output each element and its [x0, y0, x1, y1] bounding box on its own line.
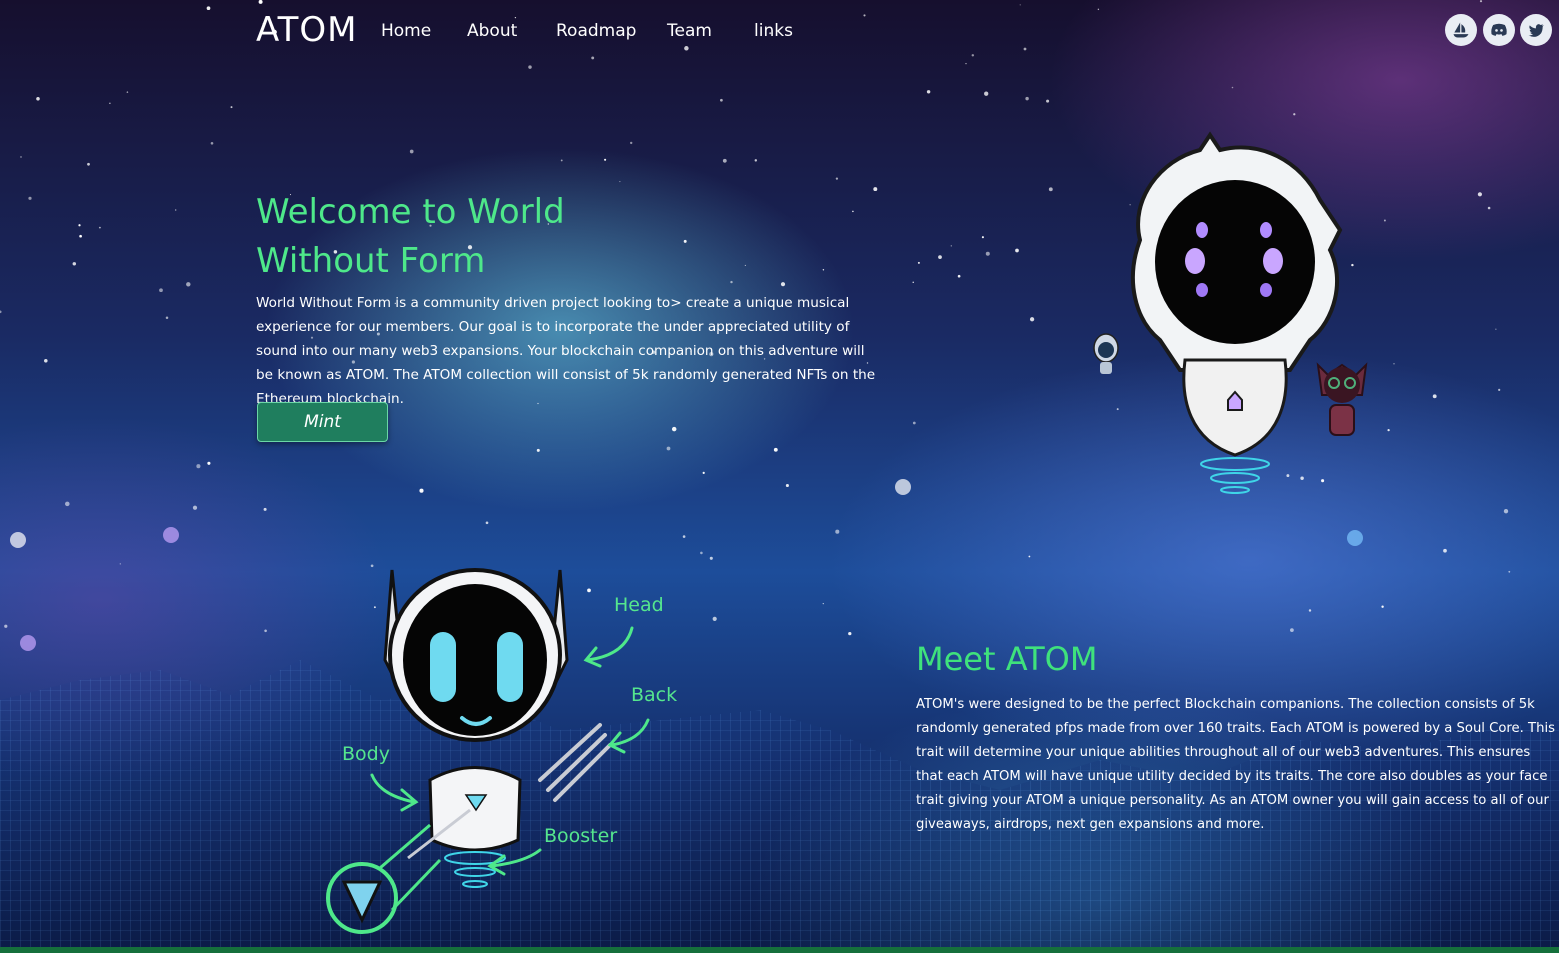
label-back: Back	[631, 684, 678, 706]
label-head: Head	[614, 594, 664, 616]
hero-description: World Without Form is a community driven…	[256, 295, 876, 407]
bottom-bar	[0, 947, 1559, 953]
mint-button[interactable]: Mint	[257, 402, 388, 442]
meet-atom-description: ATOM's were designed to be the perfect B…	[916, 697, 1556, 832]
hero-title-line1: Welcome to World	[256, 192, 565, 232]
site-logo[interactable]: ATOM	[256, 10, 357, 50]
meet-atom-title: Meet ATOM	[916, 640, 1098, 678]
nav-roadmap[interactable]: Roadmap	[556, 21, 636, 41]
opensea-icon[interactable]	[1445, 14, 1477, 46]
soul-core-icon	[326, 823, 442, 934]
nav-team[interactable]: Team	[667, 21, 712, 41]
opensea-icon-glyph	[1453, 22, 1469, 38]
label-booster: Booster	[544, 825, 618, 847]
twitter-icon[interactable]	[1520, 14, 1552, 46]
hero-title: Welcome to World Without Form	[256, 188, 576, 286]
discord-icon[interactable]	[1483, 14, 1515, 46]
navbar: ATOM Home About Roadmap Team links	[0, 0, 1559, 62]
nav-home[interactable]: Home	[381, 21, 431, 41]
discord-icon-glyph	[1491, 23, 1507, 36]
atom-character-large	[1131, 131, 1343, 494]
twitter-icon-glyph	[1528, 24, 1544, 37]
nav-about[interactable]: About	[467, 21, 517, 41]
hero-title-line2: Without Form	[256, 241, 486, 281]
atom-character-small-right	[1316, 362, 1368, 436]
nav-links[interactable]: links	[754, 21, 793, 41]
atom-character-small-left	[1093, 333, 1119, 374]
label-body: Body	[342, 743, 390, 765]
